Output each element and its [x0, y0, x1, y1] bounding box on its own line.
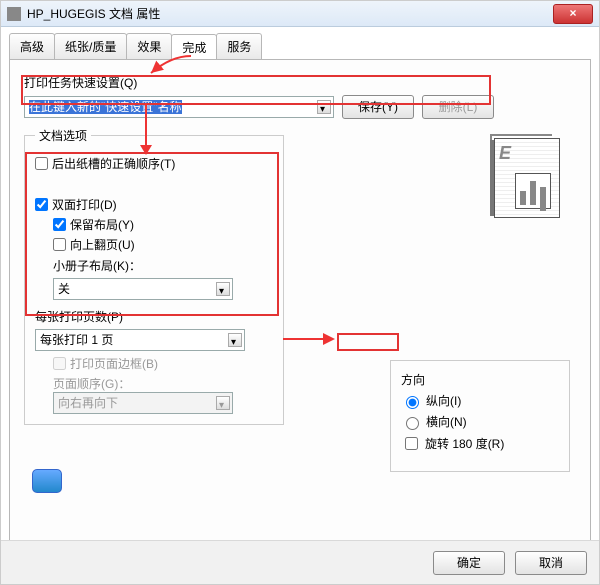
portrait-radio[interactable]: 纵向(I) — [401, 392, 559, 409]
booklet-combo[interactable]: 关 — [53, 278, 233, 300]
tab-panel: 打印任务快速设置(Q) 在此键入新的"快速设置"名称 保存(Y) 删除(L) 文… — [9, 59, 591, 554]
page-order-value: 向右再向下 — [58, 396, 118, 410]
print-border-input — [53, 357, 66, 370]
chevron-down-icon — [317, 100, 331, 114]
duplex-label: 双面打印(D) — [52, 196, 117, 213]
rear-tray-checkbox[interactable]: 后出纸槽的正确顺序(T) — [35, 155, 273, 172]
print-border-label: 打印页面边框(B) — [70, 355, 158, 372]
keep-layout-label: 保留布局(Y) — [70, 216, 134, 233]
duplex-checkbox[interactable]: 双面打印(D) — [35, 196, 273, 213]
document-options-group: 文档选项 后出纸槽的正确顺序(T) 双面打印(D) 保留布局(Y) — [24, 127, 284, 425]
quickset-label: 打印任务快速设置(Q) — [24, 74, 576, 91]
chevron-down-icon — [216, 282, 230, 296]
quickset-combo[interactable]: 在此键入新的"快速设置"名称 — [24, 96, 334, 118]
rear-tray-input[interactable] — [35, 157, 48, 170]
keep-layout-checkbox[interactable]: 保留布局(Y) — [53, 216, 273, 233]
cancel-button[interactable]: 取消 — [515, 551, 587, 575]
dialog-window: HP_HUGEGIS 文档 属性 × 高级 纸张/质量 效果 完成 服务 打印任… — [0, 0, 600, 585]
landscape-label: 横向(N) — [426, 413, 467, 430]
window-title: HP_HUGEGIS 文档 属性 — [27, 5, 553, 22]
landscape-input[interactable] — [406, 417, 419, 430]
pages-per-sheet-value: 每张打印 1 页 — [40, 333, 113, 347]
document-preview-icon: E — [494, 138, 560, 218]
hp-logo-icon — [32, 469, 62, 493]
booklet-label: 小册子布局(K)： — [53, 257, 273, 274]
close-button[interactable]: × — [553, 4, 593, 24]
pages-per-sheet-label: 每张打印页数(P) — [35, 308, 273, 325]
save-button[interactable]: 保存(Y) — [342, 95, 414, 119]
quickset-combo-value: 在此键入新的"快速设置"名称 — [29, 100, 182, 114]
document-options-legend: 文档选项 — [35, 127, 91, 144]
rotate-checkbox[interactable]: 旋转 180 度(R) — [401, 434, 559, 453]
tab-service[interactable]: 服务 — [216, 33, 262, 59]
rotate-label: 旋转 180 度(R) — [425, 435, 504, 452]
tab-advanced[interactable]: 高级 — [9, 33, 55, 59]
page-order-label: 页面顺序(G)： — [53, 375, 273, 392]
delete-button[interactable]: 删除(L) — [422, 95, 494, 119]
booklet-value: 关 — [58, 282, 70, 296]
flip-up-checkbox[interactable]: 向上翻页(U) — [53, 236, 273, 253]
tab-finish[interactable]: 完成 — [171, 34, 217, 60]
keep-layout-input[interactable] — [53, 218, 66, 231]
tab-effects[interactable]: 效果 — [126, 33, 172, 59]
orientation-group: 方向 纵向(I) 横向(N) 旋转 180 度(R) — [390, 360, 570, 472]
portrait-label: 纵向(I) — [426, 392, 461, 409]
tab-paper-quality[interactable]: 纸张/质量 — [54, 33, 127, 59]
portrait-input[interactable] — [406, 396, 419, 409]
orientation-legend: 方向 — [401, 371, 559, 388]
page-order-combo: 向右再向下 — [53, 392, 233, 414]
pages-per-sheet-combo[interactable]: 每张打印 1 页 — [35, 329, 245, 351]
print-border-checkbox: 打印页面边框(B) — [53, 355, 273, 372]
duplex-input[interactable] — [35, 198, 48, 211]
chevron-down-icon — [228, 333, 242, 347]
tab-strip: 高级 纸张/质量 效果 完成 服务 — [1, 27, 599, 59]
flip-up-input[interactable] — [53, 238, 66, 251]
title-bar: HP_HUGEGIS 文档 属性 × — [1, 1, 599, 27]
ok-button[interactable]: 确定 — [433, 551, 505, 575]
rear-tray-label: 后出纸槽的正确顺序(T) — [52, 155, 175, 172]
rotate-input[interactable] — [405, 437, 418, 450]
landscape-radio[interactable]: 横向(N) — [401, 413, 559, 430]
dialog-footer: 确定 取消 — [1, 540, 599, 584]
flip-up-label: 向上翻页(U) — [70, 236, 135, 253]
printer-icon — [7, 7, 21, 21]
chevron-down-icon — [216, 396, 230, 410]
